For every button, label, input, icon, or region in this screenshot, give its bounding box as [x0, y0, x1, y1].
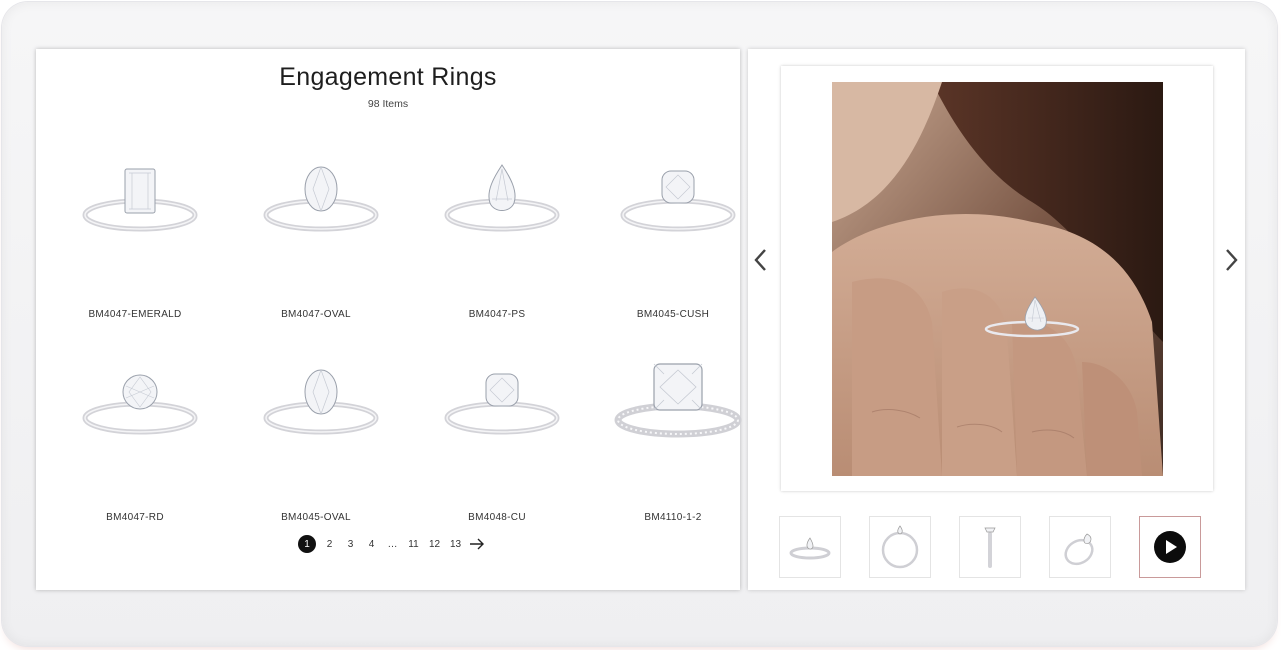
ring-image — [263, 368, 379, 435]
play-icon — [1154, 531, 1186, 563]
product-sku[interactable]: BM4047-RD — [50, 512, 220, 523]
thumb-video[interactable] — [1139, 516, 1201, 578]
product-card[interactable]: BM4047-OVAL — [231, 149, 401, 324]
page-1[interactable]: 1 — [298, 535, 316, 553]
product-sku[interactable]: BM4045-CUSH — [588, 309, 758, 320]
ring-image — [263, 165, 379, 232]
product-sku[interactable]: BM4047-PS — [412, 309, 582, 320]
product-card[interactable]: BM4045-OVAL — [231, 352, 401, 527]
chevron-right-icon[interactable] — [1222, 247, 1242, 273]
page-12[interactable]: 12 — [424, 535, 445, 553]
thumb-front-view[interactable] — [779, 516, 841, 578]
arrow-right-icon[interactable] — [466, 535, 488, 553]
product-card[interactable]: BM4045-CUSH — [588, 149, 758, 324]
ring-image — [620, 170, 736, 232]
main-image-frame — [781, 66, 1213, 491]
page-ellipsis: … — [387, 538, 398, 550]
thumb-side-view[interactable] — [869, 516, 931, 578]
ring-image — [82, 168, 198, 232]
page-3[interactable]: 3 — [340, 535, 361, 553]
main-product-photo[interactable] — [832, 82, 1163, 476]
product-sku[interactable]: BM4047-EMERALD — [50, 309, 220, 320]
product-card[interactable]: BM4047-PS — [412, 149, 582, 324]
product-card[interactable]: BM4047-RD — [50, 352, 220, 527]
ring-image — [444, 373, 560, 435]
page-13[interactable]: 13 — [445, 535, 466, 553]
page-title: Engagement Rings — [279, 63, 497, 91]
product-sku[interactable]: BM4047-OVAL — [231, 309, 401, 320]
thumb-angle-view[interactable] — [1049, 516, 1111, 578]
page-4[interactable]: 4 — [361, 535, 382, 553]
image-viewer-panel — [748, 49, 1245, 590]
page-11[interactable]: 11 — [403, 535, 424, 553]
product-card[interactable]: BM4048-CU — [412, 352, 582, 527]
product-sku[interactable]: BM4048-CU — [412, 512, 582, 523]
product-sku[interactable]: BM4110-1-2 — [588, 512, 758, 523]
product-sku[interactable]: BM4045-OVAL — [231, 512, 401, 523]
page-2[interactable]: 2 — [319, 535, 340, 553]
item-count: 98 Items — [367, 98, 409, 110]
thumb-profile-view[interactable] — [959, 516, 1021, 578]
product-card[interactable]: BM4047-EMERALD — [50, 149, 220, 324]
ring-image — [614, 363, 742, 438]
chevron-left-icon[interactable] — [750, 247, 770, 273]
ring-image — [444, 164, 560, 232]
ring-image — [82, 374, 198, 435]
product-listing-panel: Engagement Rings 98 Items BM4047-EMERALD… — [36, 49, 742, 590]
pagination: 1 2 3 4 … 11 12 13 — [298, 535, 488, 553]
product-card[interactable]: BM4110-1-2 — [588, 352, 758, 527]
